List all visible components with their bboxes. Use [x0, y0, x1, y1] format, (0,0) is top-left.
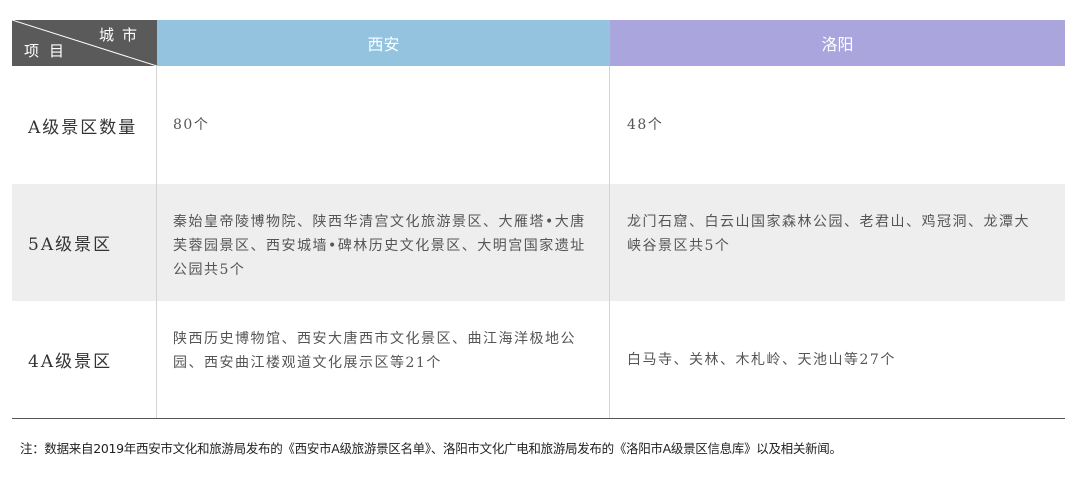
- header-xian: 西安: [157, 20, 610, 66]
- table-header-row: 城市 项目 西安 洛阳: [12, 20, 1065, 66]
- table-row: 4A级景区 陕西历史博物馆、西安大唐西市文化景区、曲江海洋极地公园、西安曲江楼观…: [12, 301, 1065, 419]
- cell-luoyang: 48个: [627, 117, 664, 133]
- comparison-table: 城市 项目 西安 洛阳 A级景区数量 80个 48个 5A级景区 秦始皇帝陵博物…: [12, 20, 1065, 419]
- cell-luoyang: 白马寺、关林、木札岭、天池山等27个: [627, 351, 896, 368]
- cell-xian: 秦始皇帝陵博物院、陕西华清宫文化旅游景区、大雁塔•大唐芙蓉园景区、西安城墙•碑林…: [157, 184, 610, 301]
- row-label: A级景区数量: [12, 66, 157, 184]
- header-luoyang: 洛阳: [610, 20, 1065, 66]
- cell-xian: 陕西历史博物馆、西安大唐西市文化景区、曲江海洋极地公园、西安曲江楼观道文化展示区…: [157, 301, 610, 418]
- header-corner-cell: 城市 项目: [12, 20, 157, 66]
- row-label: 4A级景区: [12, 301, 157, 418]
- cell-xian: 80个: [157, 66, 610, 184]
- row-label: 5A级景区: [12, 184, 157, 301]
- corner-label-city: 城市: [98, 26, 145, 44]
- source-note: 注：数据来自2019年西安市文化和旅游局发布的《西安市A级旅游景区名单》、洛阳市…: [20, 441, 842, 456]
- corner-label-item: 项目: [24, 42, 75, 60]
- cell-luoyang: 龙门石窟、白云山国家森林公园、老君山、鸡冠洞、龙潭大峡谷景区共5个: [627, 214, 1030, 254]
- table-row: 5A级景区 秦始皇帝陵博物院、陕西华清宫文化旅游景区、大雁塔•大唐芙蓉园景区、西…: [12, 184, 1065, 301]
- table-row: A级景区数量 80个 48个: [12, 66, 1065, 184]
